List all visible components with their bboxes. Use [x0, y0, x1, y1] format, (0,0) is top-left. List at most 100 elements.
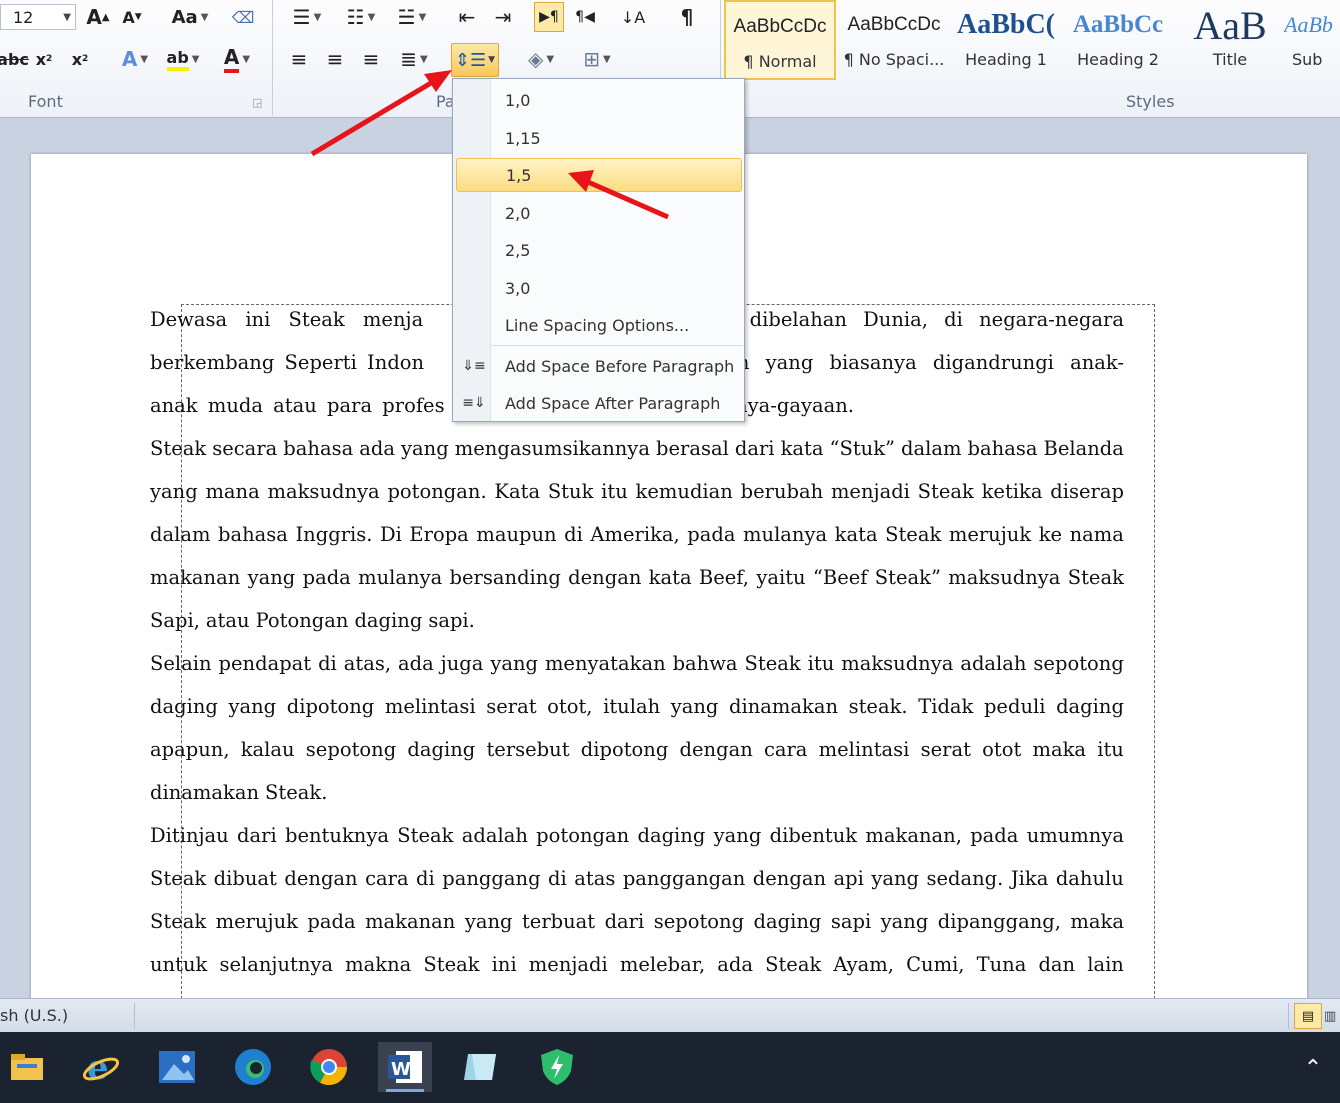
word: dibuat [213, 867, 277, 890]
style-sample: AaBb [1284, 12, 1333, 37]
tray-chevron-up-icon[interactable]: ⌃ [1298, 1054, 1328, 1082]
word: peduli [983, 695, 1046, 718]
style-title[interactable]: AaB Title [1174, 0, 1286, 80]
change-case-label: Aa [171, 6, 198, 28]
document-line[interactable]: Selain pendapat di atas, ada juga yang menyatak… [150, 652, 1124, 682]
superscript-button[interactable]: x2 [66, 44, 94, 74]
menu-item-spacing-options[interactable]: Line Spacing Options... [453, 308, 744, 342]
shading-button[interactable]: ◈ ▼ [518, 44, 564, 74]
full-screen-reading-icon[interactable]: ▥ [1324, 1003, 1340, 1029]
edge-icon[interactable] [226, 1042, 280, 1092]
menu-item-add-space-before[interactable]: ⇓≡ Add Space Before Paragraph [453, 349, 744, 383]
style-no-spacing[interactable]: AaBbCcDc ¶ No Spaci... [838, 0, 950, 80]
shrink-font-button[interactable]: A ▼ [118, 2, 146, 32]
line-spacing-icon: ⇕☰ [454, 49, 487, 71]
document-line[interactable]: untuk selanjutnya makna Steak ini menjadi mele… [150, 953, 1124, 983]
show-marks-icon[interactable]: ¶ [672, 2, 702, 32]
document-line[interactable]: dalam bahasa Inggris. Di Eropa maupun di Amerik… [150, 523, 1124, 553]
word: daging [150, 695, 218, 718]
chevron-down-icon[interactable]: ▼ [63, 12, 71, 23]
menu-item-spacing-1-15[interactable]: 1,15 [453, 121, 744, 155]
document-line[interactable]: Ditinjau dari bentuknya Steak adalah potongan… [150, 824, 1124, 854]
word: potongan [536, 824, 630, 847]
file-explorer-icon[interactable] [0, 1042, 54, 1092]
justify-icon[interactable]: ≣ ▼ [392, 44, 436, 74]
multilevel-list-button[interactable]: ☱ ▼ [392, 2, 432, 32]
style-name: Heading 1 [965, 50, 1047, 69]
rtl-direction-button[interactable]: ¶◀ [570, 2, 600, 32]
align-right-icon[interactable]: ≡ [356, 44, 386, 74]
word: ke [1038, 523, 1063, 546]
change-case-button[interactable]: Aa ▼ [168, 2, 212, 32]
word: daging [637, 824, 706, 847]
word: diserap [1050, 480, 1124, 503]
word: di [564, 523, 583, 546]
word: ketika [981, 480, 1043, 503]
strikethrough-button[interactable]: abc [0, 44, 29, 74]
word: Steak [885, 523, 942, 546]
increase-indent-icon[interactable]: ⇥ [488, 2, 518, 32]
menu-item-spacing-2-5[interactable]: 2,5 [453, 233, 744, 267]
clear-formatting-icon[interactable]: ⌫ [228, 2, 258, 32]
word: Eropa [409, 523, 469, 546]
line-spacing-button[interactable]: ⇕☰ ▼ [451, 43, 499, 77]
word: dari [604, 910, 645, 933]
internet-explorer-icon[interactable]: e [74, 1042, 128, 1092]
word: dahulu [1055, 867, 1124, 890]
align-left-icon[interactable]: ≡ [284, 44, 314, 74]
bullets-button[interactable]: ☰ ▼ [284, 2, 330, 32]
document-line[interactable]: yang mana maksudnya potongan. Kata Stuk itu kem… [150, 480, 1124, 510]
text-effects-button[interactable]: A ▼ [114, 44, 156, 74]
app-icon[interactable] [454, 1042, 508, 1092]
word: sepotong [653, 910, 745, 933]
document-line[interactable]: makanan yang pada mulanya bersanding dengan ka… [150, 566, 1124, 596]
style-sample: AaBbCcDc [733, 16, 827, 37]
menu-item-label: Add Space Before Paragraph [505, 356, 735, 376]
document-line[interactable]: Steak secara bahasa ada yang mengasumsikannya… [150, 437, 1124, 467]
word: maksudnya [948, 566, 1061, 589]
menu-item-label: 1,15 [505, 128, 541, 148]
menu-item-spacing-3-0[interactable]: 3,0 [453, 271, 744, 305]
document-line[interactable]: Steak dibuat dengan cara di panggang di atas pan… [150, 867, 1124, 897]
style-heading-1[interactable]: AaBbC( Heading 1 [950, 0, 1062, 80]
highlight-color-button[interactable]: ab ▼ [160, 44, 206, 74]
active-indicator [386, 1089, 424, 1092]
numbering-button[interactable]: ☷ ▼ [338, 2, 384, 32]
word: bersanding [449, 566, 561, 589]
menu-item-spacing-2-0[interactable]: 2,0 [453, 196, 744, 230]
font-dialog-launcher-icon[interactable]: ◲ [252, 96, 262, 109]
word: atau [205, 609, 250, 632]
menu-item-add-space-after[interactable]: ≡⇓ Add Space After Paragraph [453, 386, 744, 420]
style-normal[interactable]: AaBbCcDc ¶ Normal [724, 0, 836, 80]
style-subtitle[interactable]: AaBb Sub [1284, 0, 1340, 80]
chrome-icon[interactable] [302, 1042, 356, 1092]
style-heading-2[interactable]: AaBbCc Heading 2 [1062, 0, 1174, 80]
document-line[interactable]: apapun, kalau sepotong daging tersebut dipoto… [150, 738, 1124, 768]
document-line[interactable]: dinamakan Steak. [150, 781, 1124, 811]
print-layout-icon[interactable]: ▤ [1294, 1003, 1322, 1029]
decrease-indent-icon[interactable]: ⇤ [452, 2, 482, 32]
word: Steak. [265, 781, 328, 804]
word-icon[interactable]: W [378, 1042, 432, 1092]
grow-font-button[interactable]: A ▲ [84, 2, 112, 32]
word: melebar, [619, 953, 706, 976]
sort-icon[interactable]: ↓A [616, 2, 650, 32]
menu-item-spacing-1-0[interactable]: 1,0 [453, 83, 744, 117]
ltr-direction-button[interactable]: ▶¶ [534, 2, 564, 32]
word: maka [1032, 738, 1087, 761]
menu-item-spacing-1-5[interactable]: 1,5 [456, 158, 742, 192]
font-color-button[interactable]: A ▼ [214, 44, 260, 74]
document-line[interactable]: daging yang dipotong melintasi serat otot, itu… [150, 695, 1124, 725]
borders-button[interactable]: ⊞ ▼ [574, 44, 620, 74]
status-language[interactable]: sh (U.S.) [0, 1006, 68, 1025]
document-line[interactable]: Sapi, atau Potongan daging sapi. [150, 609, 1124, 639]
subscript-button[interactable]: x2 [30, 44, 58, 74]
font-size-box[interactable]: 12 ▼ [0, 4, 76, 30]
word: pada [970, 824, 1019, 847]
word: Selain [150, 652, 212, 675]
word: panggang [442, 867, 541, 890]
security-shield-icon[interactable] [530, 1042, 584, 1092]
photos-icon[interactable] [150, 1042, 204, 1092]
document-line[interactable]: Steak merujuk pada makanan yang terbuat dari se… [150, 910, 1124, 940]
align-center-icon[interactable]: ≡ [320, 44, 350, 74]
